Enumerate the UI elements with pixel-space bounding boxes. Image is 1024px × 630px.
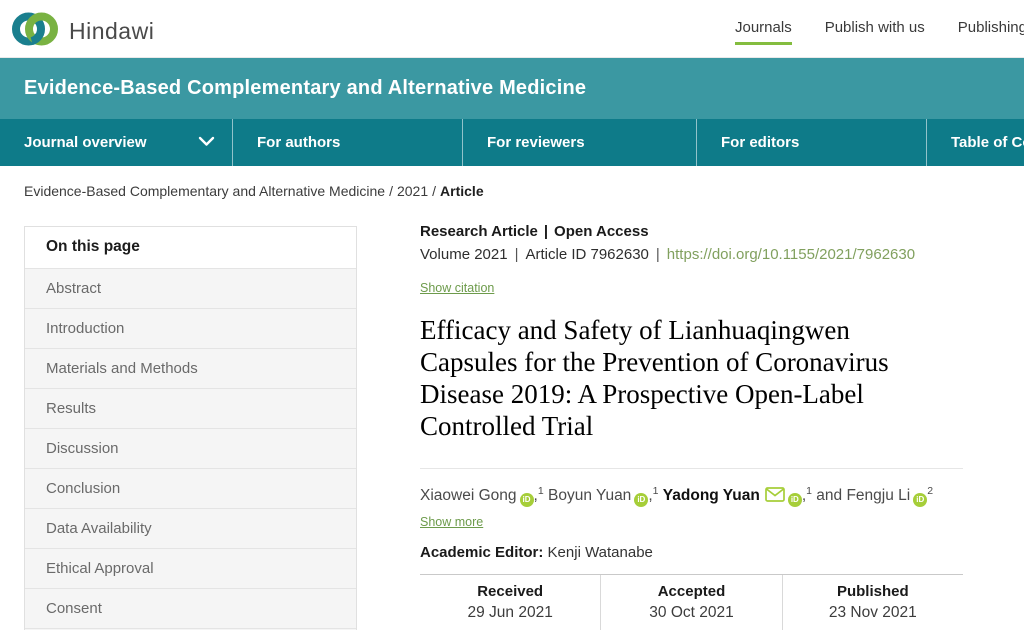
- tab-for-editors[interactable]: For editors: [696, 119, 926, 166]
- tab-for-reviewers[interactable]: For reviewers: [462, 119, 696, 166]
- tab-for-authors[interactable]: For authors: [232, 119, 462, 166]
- article-id-line: Volume 2021|Article ID 7962630|https://d…: [420, 246, 965, 264]
- nav-publishing-partnerships[interactable]: Publishing partnerships: [958, 0, 1024, 58]
- open-access-label: Open Access: [554, 223, 649, 240]
- received-label: Received: [420, 583, 600, 601]
- breadcrumb-year[interactable]: 2021: [397, 183, 428, 199]
- author-name[interactable]: Xiaowei Gong: [420, 487, 517, 504]
- volume-label: Volume 2021: [420, 246, 508, 263]
- received-column: Received 29 Jun 2021: [420, 575, 600, 630]
- academic-editor-label: Academic Editor:: [420, 544, 543, 561]
- breadcrumb: Evidence-Based Complementary and Alterna…: [24, 183, 1024, 199]
- author-name[interactable]: Boyun Yuan: [548, 487, 631, 504]
- author-name[interactable]: and Fengju Li: [816, 487, 910, 504]
- author-name-corresponding[interactable]: Yadong Yuan: [663, 487, 760, 504]
- article-type-line: Research Article|Open Access: [420, 223, 965, 241]
- breadcrumb-journal[interactable]: Evidence-Based Complementary and Alterna…: [24, 183, 385, 199]
- orcid-icon[interactable]: iD: [913, 493, 927, 507]
- article-dates-table: Received 29 Jun 2021 Accepted 30 Oct 202…: [420, 574, 963, 630]
- breadcrumb-current: Article: [440, 183, 484, 199]
- tab-table-of-contents[interactable]: Table of Contents: [926, 119, 1024, 166]
- received-date: 29 Jun 2021: [420, 603, 600, 622]
- journal-nav: Journal overview For authors For reviewe…: [0, 119, 1024, 166]
- sidebar-item-introduction[interactable]: Introduction: [25, 308, 356, 348]
- sidebar-item-abstract[interactable]: Abstract: [25, 268, 356, 308]
- author: and Fengju LiiD2: [816, 487, 933, 504]
- orcid-icon[interactable]: iD: [520, 493, 534, 507]
- show-citation-link[interactable]: Show citation: [420, 281, 494, 295]
- on-this-page-panel: On this page Abstract Introduction Mater…: [24, 226, 357, 630]
- accepted-label: Accepted: [601, 583, 781, 601]
- sidebar-item-discussion[interactable]: Discussion: [25, 428, 356, 468]
- doi-link[interactable]: https://doi.org/10.1155/2021/7962630: [667, 246, 915, 263]
- journal-banner: Evidence-Based Complementary and Alterna…: [0, 58, 1024, 119]
- sidebar-item-ethical-approval[interactable]: Ethical Approval: [25, 548, 356, 588]
- author: Xiaowei GongiD,1: [420, 487, 548, 504]
- authors-line: Xiaowei GongiD,1 Boyun YuaniD,1 Yadong Y…: [420, 485, 965, 509]
- chevron-down-icon: [198, 134, 215, 151]
- academic-editor-line: Academic Editor: Kenji Watanabe: [420, 544, 965, 562]
- article-main: Research Article|Open Access Volume 2021…: [420, 223, 965, 630]
- title-authors-divider: [420, 468, 963, 469]
- sidebar-item-data-availability[interactable]: Data Availability: [25, 508, 356, 548]
- hindawi-rings-icon: [12, 9, 58, 54]
- accepted-column: Accepted 30 Oct 2021: [600, 575, 781, 630]
- article-id: Article ID 7962630: [525, 246, 648, 263]
- nav-journals[interactable]: Journals: [735, 0, 792, 58]
- article-type: Research Article: [420, 223, 538, 240]
- journal-title[interactable]: Evidence-Based Complementary and Alterna…: [24, 77, 586, 100]
- email-icon[interactable]: [765, 489, 785, 506]
- nav-publish-with-us[interactable]: Publish with us: [825, 0, 925, 58]
- academic-editor-name: Kenji Watanabe: [548, 544, 653, 561]
- article-title: Efficacy and Safety of Lianhuaqingwen Ca…: [420, 315, 932, 442]
- active-tab-underline: [735, 42, 792, 45]
- sidebar-item-results[interactable]: Results: [25, 388, 356, 428]
- top-nav: Journals Publish with us Publishing part…: [735, 0, 1024, 58]
- brand-name: Hindawi: [69, 18, 154, 45]
- sidebar-item-consent[interactable]: Consent: [25, 588, 356, 628]
- on-this-page-title: On this page: [25, 227, 356, 268]
- tab-journal-overview[interactable]: Journal overview: [0, 119, 232, 166]
- published-label: Published: [783, 583, 963, 601]
- author: Boyun YuaniD,1: [548, 487, 663, 504]
- hindawi-logo[interactable]: Hindawi: [12, 9, 154, 54]
- sidebar-item-conclusion[interactable]: Conclusion: [25, 468, 356, 508]
- accepted-date: 30 Oct 2021: [601, 603, 781, 622]
- orcid-icon[interactable]: iD: [788, 493, 802, 507]
- sidebar-item-materials-and-methods[interactable]: Materials and Methods: [25, 348, 356, 388]
- published-date: 23 Nov 2021: [783, 603, 963, 622]
- author: Yadong YuaniD,1: [663, 487, 817, 504]
- orcid-icon[interactable]: iD: [634, 493, 648, 507]
- published-column: Published 23 Nov 2021: [782, 575, 963, 630]
- site-header: Hindawi Journals Publish with us Publish…: [0, 0, 1024, 58]
- show-more-link[interactable]: Show more: [420, 515, 483, 529]
